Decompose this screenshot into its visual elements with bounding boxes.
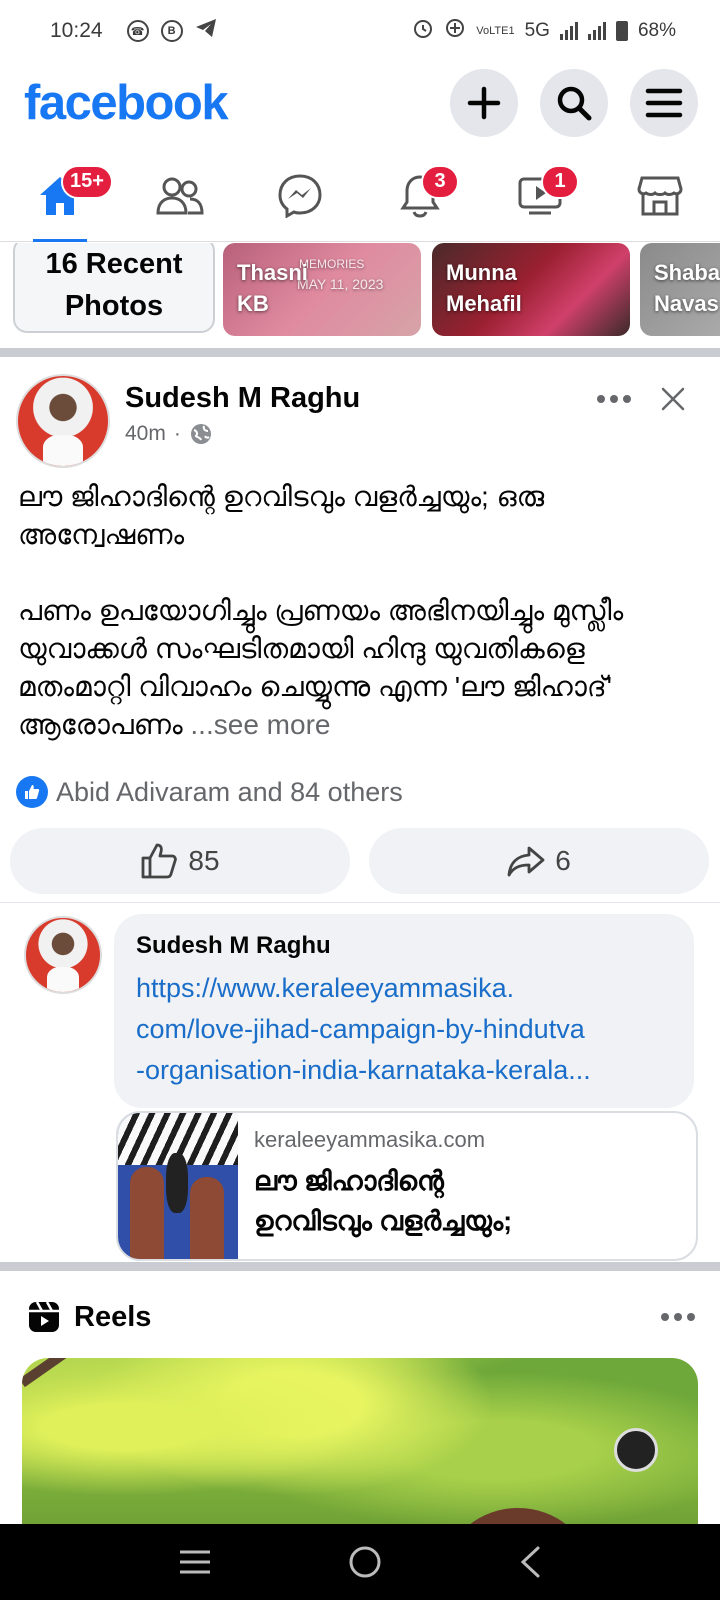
share-icon xyxy=(507,846,545,877)
friends-icon xyxy=(156,177,204,214)
reels-title: Reels xyxy=(74,1300,152,1333)
link-preview-title-line: ലൗ ജിഹാദിന്റെ xyxy=(254,1166,444,1196)
see-more-link[interactable]: ...see more xyxy=(190,709,330,740)
post-paragraph-2: പണം ഉപയോഗിച്ചും പ്രണയം അഭിനയിച്ചും മുസ്ല… xyxy=(18,592,698,744)
reels-header: Reels xyxy=(0,1282,720,1352)
recent-photos-line2: Photos xyxy=(64,290,164,322)
comment-divider xyxy=(0,902,720,903)
author-avatar[interactable] xyxy=(16,374,110,468)
status-bar: 10:24 ☎ B VoLTE1 5G 68% xyxy=(0,0,720,62)
meta-dot: · xyxy=(173,422,181,445)
link-preview-domain: keraleeyammasika.com xyxy=(254,1127,486,1152)
like-button[interactable]: 85 xyxy=(10,828,350,894)
link-preview-title-line: ഉറവിടവും വളർച്ചയും; xyxy=(254,1206,513,1236)
volte-indicator: VoLTE1 xyxy=(476,24,515,37)
memory-card[interactable]: Shaba Navas xyxy=(640,243,720,336)
battery-icon xyxy=(615,21,628,41)
telegram-icon xyxy=(195,18,217,44)
header-actions xyxy=(450,69,698,137)
recent-photos-label: 16 Recent Photos xyxy=(45,243,182,327)
memory-card-name-2: Mehafil xyxy=(446,291,522,316)
search-button[interactable] xyxy=(540,69,608,137)
reels-icon xyxy=(29,1301,59,1332)
marketplace-icon xyxy=(637,176,683,215)
comment-link-line: -organisation-india-karnataka-kerala... xyxy=(136,1055,591,1085)
recent-photos-line1: 16 Recent xyxy=(45,248,183,280)
comment-link[interactable]: https://www.keraleeyammasika. com/love-j… xyxy=(136,968,672,1091)
business-icon: B xyxy=(160,20,183,42)
video-badge: 1 xyxy=(541,164,579,199)
post-body: ലൗ ജിഹാദിന്റെ ഉറവിടവും വളർച്ചയും; ഒരു അന… xyxy=(18,478,698,744)
memory-card-name: Shaba xyxy=(654,260,720,285)
messenger-icon xyxy=(278,173,322,218)
status-notification-icons: ☎ B xyxy=(126,18,217,44)
post-paragraph: ലൗ ജിഹാദിന്റെ ഉറവിടവും വളർച്ചയും; ഒരു അന… xyxy=(18,481,545,550)
comment-link-line: com/love-jihad-campaign-by-hindutva xyxy=(136,1014,585,1044)
memory-card-name-2: KB xyxy=(237,291,269,316)
tab-messenger[interactable] xyxy=(265,161,335,231)
more-options-icon[interactable] xyxy=(596,394,632,404)
memory-card[interactable]: MEMORIES MAY 11, 2023 Thasni KB xyxy=(223,243,421,336)
post-meta: 40m · xyxy=(125,422,213,446)
network-type: 5G xyxy=(524,20,550,41)
tab-video[interactable]: 1 xyxy=(505,161,579,231)
link-preview-thumbnail xyxy=(118,1113,238,1259)
data-saver-icon xyxy=(444,17,466,45)
signal-icon-2 xyxy=(587,22,606,40)
comment-bubble: Sudesh M Raghu https://www.keraleeyammas… xyxy=(114,914,694,1108)
menu-icon xyxy=(645,88,683,118)
comment-author[interactable]: Sudesh M Raghu xyxy=(136,932,672,960)
tab-home[interactable]: 15+ xyxy=(25,161,113,242)
reactions-summary[interactable]: Abid Adivaram and 84 others xyxy=(16,776,403,808)
tab-marketplace[interactable] xyxy=(625,161,695,231)
close-icon[interactable] xyxy=(660,386,686,412)
share-button[interactable]: 6 xyxy=(369,828,709,894)
whatsapp-icon: ☎ xyxy=(126,20,149,42)
system-navigation-bar xyxy=(0,1524,720,1600)
memory-card-name: Thasni xyxy=(237,260,308,285)
tab-notifications[interactable]: 3 xyxy=(385,161,459,231)
notifications-badge: 3 xyxy=(421,164,459,199)
tab-friends[interactable] xyxy=(145,161,215,231)
top-navigation: 15+ 3 1 xyxy=(0,150,720,242)
recent-photos-card[interactable]: 16 Recent Photos xyxy=(13,243,215,333)
menu-button[interactable] xyxy=(630,69,698,137)
alarm-icon xyxy=(412,17,434,45)
app-header: facebook xyxy=(0,66,720,140)
memory-card-name-2: Navas xyxy=(654,291,719,316)
back-icon[interactable] xyxy=(518,1545,542,1579)
memories-strip: 16 Recent Photos MEMORIES MAY 11, 2023 T… xyxy=(0,243,720,339)
home-button-icon[interactable] xyxy=(348,1545,382,1579)
like-reaction-icon xyxy=(16,776,48,808)
comment-link-line: https://www.keraleeyammasika. xyxy=(136,973,515,1003)
commenter-avatar[interactable] xyxy=(24,916,102,994)
signal-icon xyxy=(559,22,578,40)
plus-icon xyxy=(467,86,501,120)
post-header: Sudesh M Raghu 40m · xyxy=(0,366,720,468)
section-divider xyxy=(0,1262,720,1271)
link-preview-card[interactable]: keraleeyammasika.com ലൗ ജിഹാദിന്റെ ഉറവിട… xyxy=(116,1111,698,1261)
search-icon xyxy=(557,86,592,121)
section-divider xyxy=(0,348,720,357)
link-preview-title: ലൗ ജിഹാദിന്റെ ഉറവിടവും വളർച്ചയും; xyxy=(254,1161,512,1241)
status-time: 10:24 xyxy=(50,19,103,42)
facebook-logo[interactable]: facebook xyxy=(24,75,229,131)
post-author[interactable]: Sudesh M Raghu xyxy=(125,382,360,415)
post-time[interactable]: 40m xyxy=(125,422,166,446)
recent-apps-icon[interactable] xyxy=(178,1548,212,1576)
share-count: 6 xyxy=(555,845,571,876)
battery-level: 68% xyxy=(637,20,676,41)
reels-more-icon[interactable] xyxy=(660,1312,696,1322)
thumbs-up-icon xyxy=(142,843,178,879)
globe-icon xyxy=(190,424,211,444)
status-system-icons: VoLTE1 5G 68% xyxy=(412,17,676,45)
home-badge: 15+ xyxy=(61,164,113,199)
memory-card[interactable]: Munna Mehafil xyxy=(432,243,630,336)
like-count: 85 xyxy=(188,845,220,876)
reactions-text: Abid Adivaram and 84 others xyxy=(56,776,403,807)
link-preview-body: keraleeyammasika.com ലൗ ജിഹാദിന്റെ ഉറവിട… xyxy=(238,1113,528,1259)
create-button[interactable] xyxy=(450,69,518,137)
memory-card-name: Munna xyxy=(446,260,517,285)
